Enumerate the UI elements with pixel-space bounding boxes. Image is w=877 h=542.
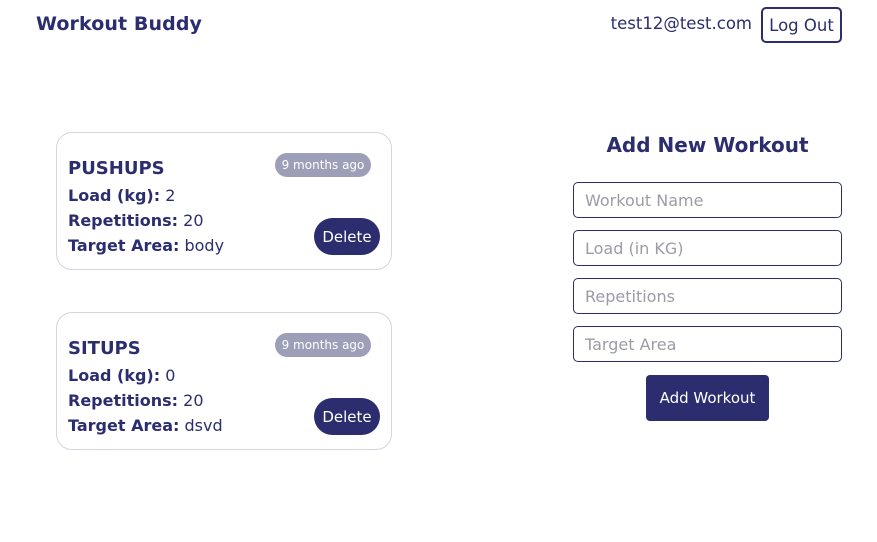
target-row: Target Area: body <box>68 236 224 255</box>
reps-label: Repetitions: <box>68 211 179 230</box>
workout-card: PUSHUPS 9 months ago Load (kg): 2 Repeti… <box>56 132 392 270</box>
target-row: Target Area: dsvd <box>68 416 223 435</box>
target-value: dsvd <box>184 416 223 435</box>
target-label: Target Area: <box>68 416 180 435</box>
reps-label: Repetitions: <box>68 391 179 410</box>
app-root: Workout Buddy test12@test.com Log Out PU… <box>0 0 877 542</box>
form-title: Add New Workout <box>606 133 809 157</box>
repetitions-input[interactable] <box>573 278 842 314</box>
load-row: Load (kg): 0 <box>68 366 175 385</box>
load-value: 2 <box>165 186 176 205</box>
workout-name-input[interactable] <box>573 182 842 218</box>
workout-title: PUSHUPS <box>68 158 165 179</box>
load-input[interactable] <box>573 230 842 266</box>
reps-value: 20 <box>183 211 204 230</box>
load-value: 0 <box>165 366 176 385</box>
reps-value: 20 <box>183 391 204 410</box>
reps-row: Repetitions: 20 <box>68 211 204 230</box>
load-row: Load (kg): 2 <box>68 186 175 205</box>
add-workout-button[interactable]: Add Workout <box>646 375 769 421</box>
logout-button[interactable]: Log Out <box>761 7 842 43</box>
workout-card: SITUPS 9 months ago Load (kg): 0 Repetit… <box>56 312 392 450</box>
load-label: Load (kg): <box>68 186 161 205</box>
time-ago-badge: 9 months ago <box>275 153 371 177</box>
target-area-input[interactable] <box>573 326 842 362</box>
target-label: Target Area: <box>68 236 180 255</box>
load-label: Load (kg): <box>68 366 161 385</box>
workout-title: SITUPS <box>68 338 141 359</box>
delete-button[interactable]: Delete <box>314 218 380 255</box>
target-value: body <box>184 236 225 255</box>
delete-button[interactable]: Delete <box>314 398 380 435</box>
reps-row: Repetitions: 20 <box>68 391 204 410</box>
user-email: test12@test.com <box>610 14 752 33</box>
time-ago-badge: 9 months ago <box>275 333 371 357</box>
brand-title[interactable]: Workout Buddy <box>36 13 202 35</box>
